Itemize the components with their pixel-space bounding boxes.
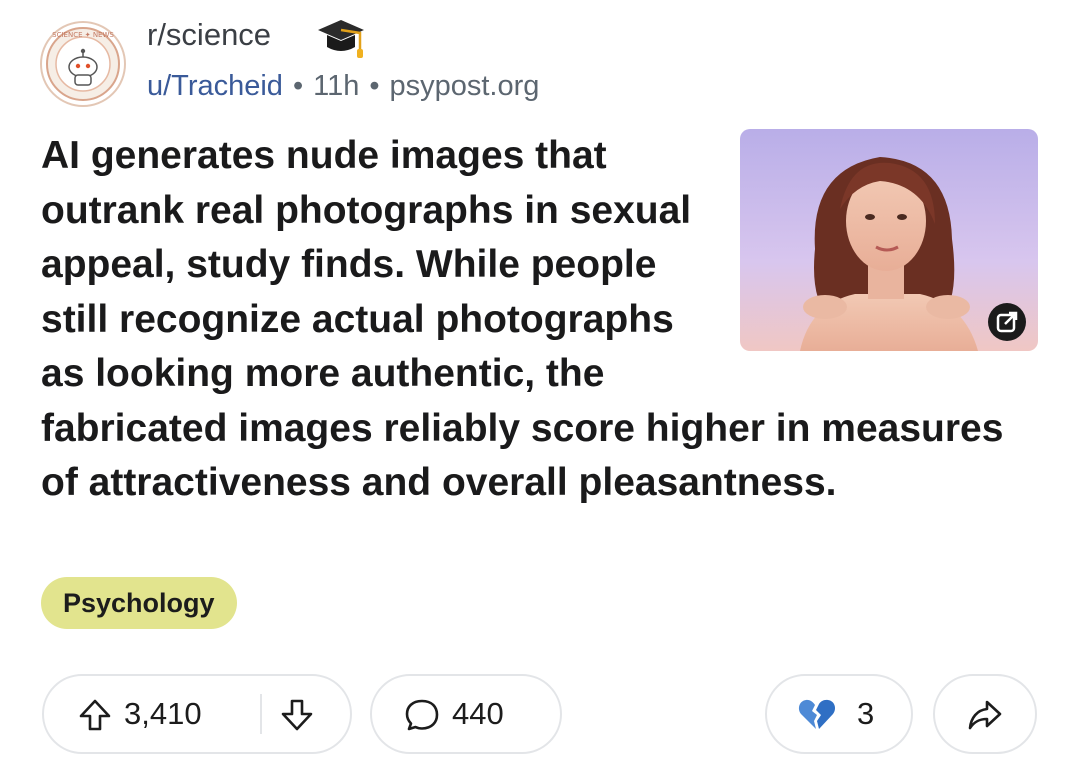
post-domain[interactable]: psypost.org [389,70,539,102]
awards-button[interactable]: 3 [765,674,913,754]
upvote-arrow-icon[interactable] [78,698,112,732]
post-flair[interactable]: Psychology [41,577,237,629]
meta-separator: • [292,70,304,102]
author-link[interactable]: u/Tracheid [147,70,283,102]
share-arrow-icon [968,700,1002,730]
award-count: 3 [857,696,875,731]
broken-heart-icon [798,699,836,729]
post-age: 11h [313,70,360,102]
vote-divider [260,694,262,734]
post-meta: u/Tracheid • 11h • psypost.org [147,70,539,103]
svg-text:SCIENCE ✦ NEWS: SCIENCE ✦ NEWS [52,31,114,39]
external-link-icon[interactable] [988,303,1026,341]
subreddit-name[interactable]: r/science [147,17,271,53]
comment-bubble-icon [405,699,439,731]
vote-control: 3,410 [42,674,352,754]
meta-separator: • [369,70,380,102]
science-community-avatar-icon: SCIENCE ✦ NEWS [46,27,120,101]
share-button[interactable] [933,674,1037,754]
comment-count: 440 [452,696,504,731]
downvote-arrow-icon[interactable] [280,698,314,732]
vote-score: 3,410 [124,696,202,731]
comments-button[interactable]: 440 [370,674,562,754]
mortarboard-icon [318,20,364,58]
subreddit-avatar[interactable]: SCIENCE ✦ NEWS [40,21,126,107]
